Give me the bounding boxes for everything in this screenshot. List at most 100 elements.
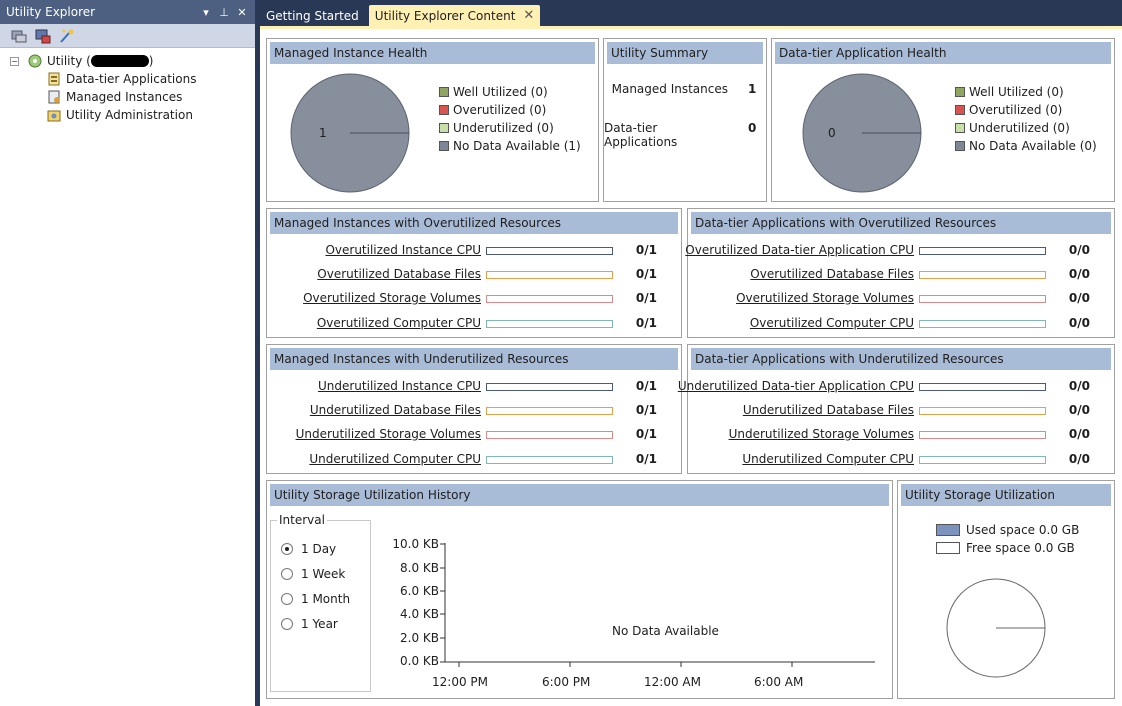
legend-no-data: No Data Available (1)	[439, 137, 581, 155]
underutilized-database-files-link[interactable]: Underutilized Database Files	[743, 403, 914, 417]
overutilized-computer-cpu-link[interactable]: Overutilized Computer CPU	[317, 316, 481, 330]
y-tick-label: 10.0 KB	[392, 537, 439, 551]
interval-1-week[interactable]: 1 Week	[281, 566, 345, 582]
y-tick-label: 6.0 KB	[400, 584, 439, 598]
y-tick-label: 0.0 KB	[400, 654, 439, 668]
radio-button[interactable]	[281, 568, 293, 580]
x-tick-label: 12:00 AM	[644, 675, 701, 689]
tree-root-utility[interactable]: − Utility ()	[10, 52, 255, 70]
utilization-bar	[486, 383, 613, 391]
panel-title: Utility Storage Utilization History	[270, 484, 889, 506]
pie-value-label: 0	[828, 126, 836, 140]
underutilized-storage-volumes-link[interactable]: Underutilized Storage Volumes	[729, 427, 914, 441]
resource-count: 0/0	[1068, 316, 1090, 330]
panel-title: Data-tier Applications with Underutilize…	[691, 348, 1111, 370]
resource-row: Underutilized Computer CPU 0/1	[267, 452, 681, 468]
resource-count: 0/0	[1068, 427, 1090, 441]
dta-underutilized-panel: Data-tier Applications with Underutilize…	[678, 344, 1115, 474]
resource-row: Underutilized Data-tier Application CPU …	[678, 379, 1114, 395]
overutilized-database-files-link[interactable]: Overutilized Database Files	[317, 267, 481, 281]
pie-value-label: 1	[319, 126, 327, 140]
radio-button[interactable]	[281, 593, 293, 605]
utilization-bar	[919, 407, 1046, 415]
underutilized-database-files-link[interactable]: Underutilized Database Files	[310, 403, 481, 417]
tab-utility-explorer-content[interactable]: Utility Explorer Content ✕	[368, 5, 541, 26]
radio-button[interactable]	[281, 543, 293, 555]
utilization-bar	[919, 456, 1046, 464]
tab-getting-started[interactable]: Getting Started	[260, 5, 365, 26]
panel-title: Data-tier Application Health	[775, 42, 1111, 64]
overutilized-instance-cpu-link[interactable]: Overutilized Instance CPU	[325, 243, 481, 257]
legend-underutilized: Underutilized (0)	[439, 119, 581, 137]
tree-item-label: Managed Instances	[66, 90, 183, 104]
underutilized-computer-cpu-link[interactable]: Underutilized Computer CPU	[309, 452, 481, 466]
interval-group: Interval 1 Day 1 Week 1 Month 1 Year	[270, 513, 371, 692]
overutilized-storage-volumes-link[interactable]: Overutilized Storage Volumes	[736, 291, 914, 305]
refresh-icon[interactable]	[34, 28, 52, 44]
overutilized-storage-volumes-link[interactable]: Overutilized Storage Volumes	[303, 291, 481, 305]
resource-row: Overutilized Computer CPU 0/0	[688, 316, 1114, 332]
data-tier-app-icon	[46, 71, 62, 87]
interval-1-day[interactable]: 1 Day	[281, 541, 336, 557]
underutilized-dta-cpu-link[interactable]: Underutilized Data-tier Application CPU	[678, 379, 914, 393]
overutilized-database-files-link[interactable]: Overutilized Database Files	[750, 267, 914, 281]
tree-item-utility-administration[interactable]: Utility Administration	[10, 106, 255, 124]
redacted-name	[90, 55, 149, 67]
pin-icon[interactable]: ⊥	[217, 6, 231, 19]
close-tab-icon[interactable]: ✕	[523, 8, 534, 23]
document-tabs: Getting Started Utility Explorer Content…	[260, 5, 544, 26]
wand-icon[interactable]	[58, 28, 76, 44]
y-tick-label: 8.0 KB	[400, 561, 439, 575]
interval-1-year[interactable]: 1 Year	[281, 616, 338, 632]
tab-label: Getting Started	[266, 8, 359, 23]
underutilized-storage-volumes-link[interactable]: Underutilized Storage Volumes	[296, 427, 481, 441]
overutilized-computer-cpu-link[interactable]: Overutilized Computer CPU	[750, 316, 914, 330]
interval-group-label: Interval	[279, 513, 325, 527]
overutilized-dta-cpu-link[interactable]: Overutilized Data-tier Application CPU	[685, 243, 914, 257]
resource-row: Overutilized Data-tier Application CPU 0…	[685, 243, 1114, 259]
underutilized-computer-cpu-link[interactable]: Underutilized Computer CPU	[742, 452, 914, 466]
dropdown-icon[interactable]: ▾	[199, 6, 213, 19]
utilization-bar	[919, 247, 1046, 255]
collapse-icon[interactable]: −	[10, 56, 19, 66]
tree-item-label: Utility Administration	[66, 108, 193, 122]
connect-icon[interactable]	[10, 28, 28, 44]
data-tier-health-pie-chart: 0	[802, 73, 922, 193]
panel-title: Managed Instances with Underutilized Res…	[270, 348, 678, 370]
resource-count: 0/1	[635, 291, 657, 305]
radio-button[interactable]	[281, 618, 293, 630]
utility-icon	[27, 53, 43, 69]
explorer-toolbar	[0, 24, 255, 48]
utilization-bar	[486, 431, 613, 439]
resource-row: Overutilized Instance CPU 0/1	[267, 243, 681, 259]
y-tick-label: 2.0 KB	[400, 631, 439, 645]
panel-title: Data-tier Applications with Overutilized…	[691, 212, 1111, 234]
chart-axes	[440, 543, 875, 667]
x-tick-label: 6:00 PM	[542, 675, 591, 689]
resource-count: 0/1	[635, 403, 657, 417]
utilization-bar	[486, 407, 613, 415]
resource-row: Overutilized Storage Volumes 0/1	[267, 291, 681, 307]
mi-overutilized-panel: Managed Instances with Overutilized Reso…	[266, 208, 682, 338]
utilization-bar	[919, 431, 1046, 439]
interval-1-month[interactable]: 1 Month	[281, 591, 350, 607]
tree-item-data-tier-applications[interactable]: Data-tier Applications	[10, 70, 255, 88]
storage-legend: Used space 0.0 GB Free space 0.0 GB	[936, 521, 1079, 557]
tree-item-managed-instances[interactable]: Managed Instances	[10, 88, 255, 106]
x-tick-label: 6:00 AM	[754, 675, 804, 689]
resource-count: 0/1	[635, 379, 657, 393]
legend-overutilized: Overutilized (0)	[439, 101, 581, 119]
resource-row: Overutilized Database Files 0/0	[688, 267, 1114, 283]
resource-row: Overutilized Database Files 0/1	[267, 267, 681, 283]
close-icon[interactable]: ✕	[235, 6, 249, 19]
utilization-bar	[919, 383, 1046, 391]
tab-label: Utility Explorer Content	[374, 8, 516, 23]
mi-underutilized-panel: Managed Instances with Underutilized Res…	[266, 344, 682, 474]
underutilized-instance-cpu-link[interactable]: Underutilized Instance CPU	[318, 379, 481, 393]
storage-pie-chart	[946, 578, 1046, 678]
resource-count: 0/0	[1068, 243, 1090, 257]
utilization-bar	[486, 271, 613, 279]
tree-item-label: Data-tier Applications	[66, 72, 197, 86]
administration-icon	[46, 107, 62, 123]
resource-count: 0/0	[1068, 403, 1090, 417]
